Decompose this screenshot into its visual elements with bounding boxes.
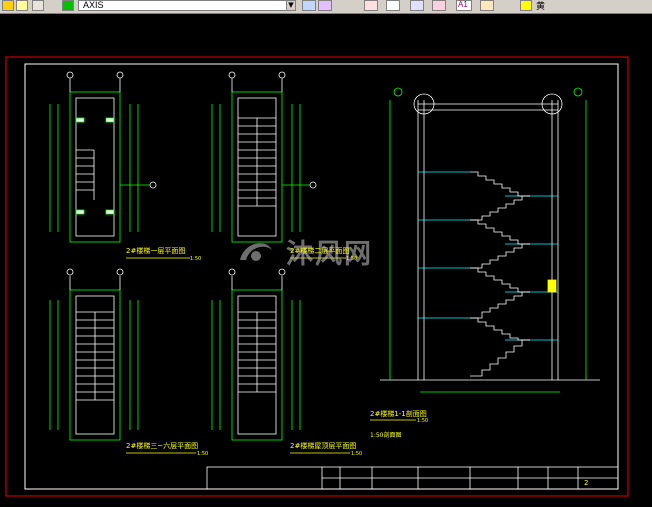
plan-2-scale: 1:50: [346, 256, 358, 262]
plan-2-title: 2#楼梯二层平面图: [290, 247, 350, 255]
color-control-icon[interactable]: [520, 0, 532, 11]
lock-icon[interactable]: [32, 0, 44, 11]
layer-dropdown[interactable]: AXIS: [78, 0, 296, 11]
plan-1-title: 2#楼梯一层平面图: [126, 247, 186, 255]
find-replace-icon[interactable]: [480, 0, 494, 11]
watermark-logo-icon: [240, 243, 272, 261]
plan-4-title: 2#楼梯屋顶层平面图: [290, 442, 357, 450]
section-drawing: [380, 87, 600, 393]
layer-previous-icon[interactable]: [318, 0, 332, 11]
text-style-label: A1: [458, 0, 468, 9]
text-style-icon[interactable]: [410, 0, 424, 11]
plan-3-scale: 1:50: [197, 451, 209, 457]
text-edit-icon[interactable]: [432, 0, 446, 11]
layer-state-icon[interactable]: [2, 0, 14, 11]
layer-manager-icon[interactable]: [302, 0, 316, 11]
plan-3-title: 2#楼梯三~六层平面图: [126, 442, 199, 450]
layer-dropdown-arrow[interactable]: ▼: [286, 0, 296, 11]
plan-1-drawing: [49, 71, 157, 243]
plan-4-scale: 1:50: [351, 451, 363, 457]
title-block: [206, 466, 619, 490]
cad-toolbar: AXIS ▼ A1 黄: [0, 0, 652, 14]
plan-1-scale: 1:50: [190, 256, 202, 262]
color-control-label: 黄: [536, 1, 546, 11]
title-underlines: [126, 257, 416, 454]
plan-3-drawing: [49, 268, 139, 441]
color-swatch-icon[interactable]: [62, 0, 74, 11]
layer-dropdown-value: AXIS: [83, 0, 104, 10]
text-scale-icon[interactable]: A1: [456, 0, 472, 11]
sun-icon[interactable]: [16, 0, 28, 11]
sheet-number: 2: [584, 479, 589, 487]
plan-4-drawing: [211, 268, 301, 441]
section-note: 1:50剖面图: [370, 432, 402, 439]
mtext-icon[interactable]: [386, 0, 400, 11]
section-scale: 1:50: [417, 418, 429, 424]
sheet-frame: [5, 56, 629, 497]
plan-2-drawing: [211, 71, 317, 243]
text-tool-icon[interactable]: [364, 0, 378, 11]
